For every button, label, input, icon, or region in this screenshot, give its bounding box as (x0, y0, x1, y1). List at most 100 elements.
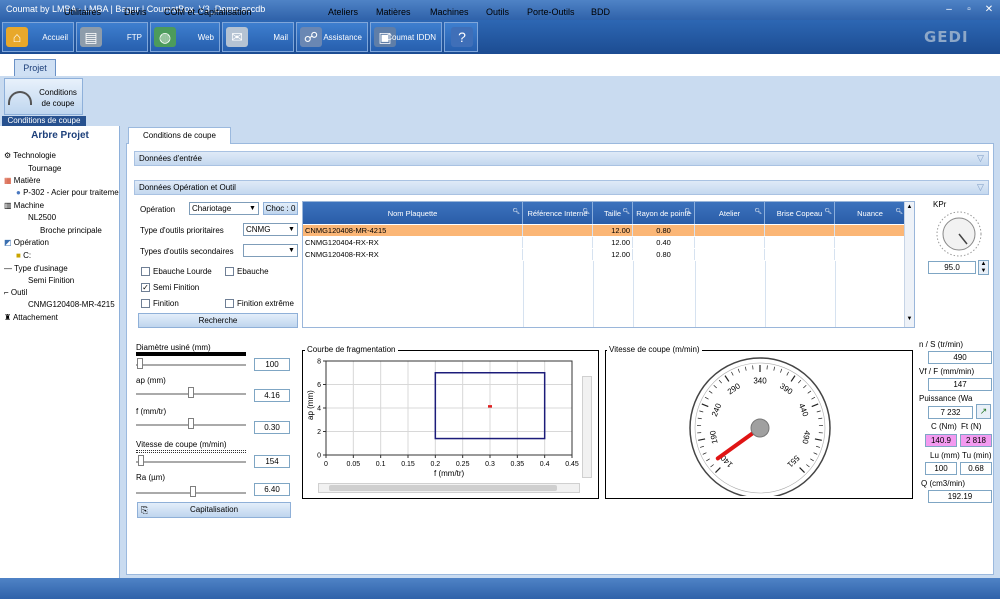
section-donnees-operation[interactable]: Données Opération et Outil ▽ (134, 180, 989, 195)
search-icon: 🔍︎ (684, 209, 692, 215)
maximize-icon[interactable]: ▫ (960, 2, 978, 17)
ap-input[interactable]: 4.16 (254, 389, 290, 402)
table-row[interactable]: CNMG120408-MR-4215 12.00 0.80 (303, 225, 906, 236)
tree-technologie[interactable]: ⚙ Technologie (4, 151, 56, 160)
f-label: f (mm/tr) (136, 407, 167, 416)
col-atelier[interactable]: Atelier 🔍︎ (695, 202, 765, 224)
ftp-button[interactable]: ▤ FTP (76, 22, 148, 52)
accueil-button[interactable]: ⌂ Accueil (2, 22, 74, 52)
kpr-dial[interactable] (935, 210, 983, 258)
semi-finition-checkbox[interactable]: ✓ (141, 283, 150, 292)
ebauche-checkbox[interactable] (225, 267, 234, 276)
diametre-slider[interactable] (136, 364, 246, 366)
gauge-hub (750, 418, 770, 438)
close-icon[interactable]: ✕ (980, 2, 998, 17)
kpr-spinner[interactable]: ▲ ▼ (978, 260, 989, 275)
frag-vscroll[interactable] (582, 376, 592, 478)
finition-extreme-checkbox[interactable] (225, 299, 234, 308)
table-row[interactable]: CNMG120404-RX-RX 12.00 0.40 (303, 237, 906, 248)
tree-attachement[interactable]: ♜ Attachement (4, 313, 58, 322)
tree-machine[interactable]: ▥ Machine (4, 201, 44, 210)
choc-button[interactable]: Choc : 0 (263, 202, 298, 215)
menu-projet[interactable]: Projet (14, 59, 56, 77)
tree-tournage[interactable]: Tournage (28, 164, 61, 173)
kpr-label: KPr (933, 200, 947, 209)
conditions-de-coupe-button[interactable]: Conditions de coupe (4, 78, 83, 115)
material-icon: ▦ (4, 176, 12, 185)
help-icon: ? (451, 27, 473, 47)
diametre-slider-thumb[interactable] (137, 358, 143, 369)
menu-com-capitalisation[interactable]: COM et Capitalisation (164, 5, 252, 21)
x-tick-label: 0.2 (430, 461, 440, 468)
scroll-up-icon[interactable]: ▲ (906, 204, 913, 212)
vc-slider[interactable] (136, 461, 246, 463)
f-slider-thumb[interactable] (188, 418, 194, 429)
tree-outil[interactable]: ⌐ Outil (4, 288, 27, 297)
scroll-down-icon[interactable]: ▼ (906, 316, 913, 324)
chart-icon[interactable]: ↗ (976, 404, 991, 419)
ebauche-lourde-checkbox[interactable] (141, 267, 150, 276)
assistance-button[interactable]: ☍ Assistance (296, 22, 368, 52)
col-reference-interne[interactable]: Référence Interne 🔍︎ (523, 202, 593, 224)
tree-operation[interactable]: ◩ Opération (4, 238, 49, 247)
ebauche-lourde-label: Ebauche Lourde (153, 267, 212, 276)
tab-conditions-de-coupe[interactable]: Conditions de coupe (128, 127, 231, 144)
help-button[interactable]: ? (444, 22, 478, 52)
tree-nl2500[interactable]: NL2500 (28, 213, 56, 222)
home-icon: ⌂ (6, 27, 28, 47)
col-taille[interactable]: Taille 🔍︎ (593, 202, 633, 224)
vc-slider-thumb[interactable] (138, 455, 144, 466)
frag-hscroll[interactable] (318, 483, 580, 493)
menu-outils[interactable]: Outils (486, 5, 509, 21)
vc-input[interactable]: 154 (254, 455, 290, 468)
types-secondaires-select[interactable]: ▼ (243, 244, 298, 257)
menu-porte-outils[interactable]: Porte-Outils (527, 5, 575, 21)
minimize-icon[interactable]: – (940, 2, 958, 17)
col-nom-plaquette[interactable]: Nom Plaquette 🔍︎ (303, 202, 523, 224)
diametre-label: Diamètre usiné (mm) (136, 343, 211, 352)
diametre-input[interactable]: 100 (254, 358, 290, 371)
main-toolbar: ⌂ Accueil ▤ FTP ◍ Web ✉ Mail ☍ Assistanc… (0, 20, 1000, 54)
table-row[interactable]: CNMG120408-RX-RX 12.00 0.80 (303, 249, 906, 260)
tree-broche[interactable]: Broche principale (40, 226, 102, 235)
machine-icon: ▥ (4, 201, 12, 210)
tree-p302[interactable]: ● P-302 - Acier pour traiteme (16, 188, 119, 197)
ra-input[interactable]: 6.40 (254, 483, 290, 496)
col-brise-copeau[interactable]: Brise Copeau 🔍︎ (765, 202, 835, 224)
menu-utilitaires[interactable]: Utilitaires (64, 5, 101, 21)
ap-slider-thumb[interactable] (188, 387, 194, 398)
tree-op-value[interactable]: ■ C: (16, 251, 31, 260)
col-rayon-de-pointe[interactable]: Rayon de pointe 🔍︎ (633, 202, 695, 224)
capitalisation-button[interactable]: ⎘ Capitalisation (137, 502, 291, 518)
menu-bdd[interactable]: BDD (591, 5, 610, 21)
tree-type-usinage[interactable]: — Type d'usinage (4, 264, 68, 273)
recherche-button[interactable]: Recherche (138, 313, 298, 328)
menu-devis[interactable]: Devis (124, 5, 147, 21)
tree-semi-finition[interactable]: Semi Finition (28, 276, 74, 285)
menu-matieres[interactable]: Matières (376, 5, 411, 21)
search-icon: 🔍︎ (582, 209, 590, 215)
frag-ylabel: ap (mm) (306, 390, 315, 420)
web-button[interactable]: ◍ Web (150, 22, 220, 52)
kpr-input[interactable]: 95.0 (928, 261, 976, 274)
finition-checkbox[interactable] (141, 299, 150, 308)
mail-button[interactable]: ✉ Mail (222, 22, 294, 52)
col-nuance[interactable]: Nuance 🔍︎ (835, 202, 906, 224)
coumat-iddn-button[interactable]: ▣ Coumat IDDN (370, 22, 442, 52)
frag-hscroll-thumb[interactable] (329, 485, 557, 491)
chevron-down-icon: ▼ (288, 247, 295, 254)
grid-scrollbar[interactable]: ▲ ▼ (904, 202, 914, 327)
menu-machines[interactable]: Machines (430, 5, 469, 21)
tree-outil-value[interactable]: CNMG120408-MR-4215 (28, 300, 115, 309)
lu-value: 100 (925, 462, 957, 475)
chevron-down-icon: ▼ (288, 226, 295, 233)
tree-matiere[interactable]: ▦ Matière (4, 176, 40, 185)
vc-label: Vitesse de coupe (m/min) (136, 440, 227, 449)
section-donnees-entree[interactable]: Données d'entrée ▽ (134, 151, 989, 166)
ra-slider-thumb[interactable] (190, 486, 196, 497)
search-icon: 🔍︎ (754, 209, 762, 215)
type-outils-select[interactable]: CNMG ▼ (243, 223, 298, 236)
operation-select[interactable]: Chariotage ▼ (189, 202, 259, 215)
f-input[interactable]: 0.30 (254, 421, 290, 434)
menu-ateliers[interactable]: Ateliers (328, 5, 358, 21)
